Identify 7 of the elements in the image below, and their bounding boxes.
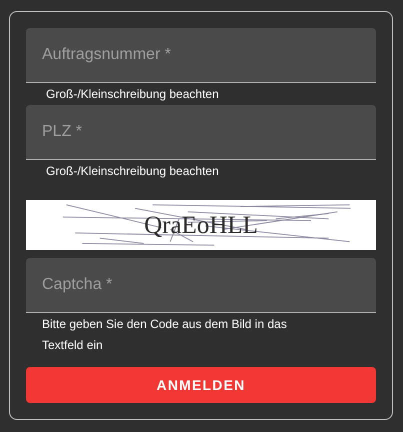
captcha-field[interactable]: Captcha * (26, 258, 376, 313)
text-field[interactable]: Auftragsnummer * (26, 28, 376, 83)
helper-text: Bitte geben Sie den Code aus dem Bild in das Textfeld ein (41, 316, 288, 354)
login-button[interactable]: ANMELDEN (26, 367, 376, 403)
helper-text: Groß-/Kleinschreibung beachten (45, 163, 220, 180)
text-field[interactable]: PLZ * (26, 105, 376, 160)
helper-text: Groß-/Kleinschreibung beachten (45, 86, 220, 103)
